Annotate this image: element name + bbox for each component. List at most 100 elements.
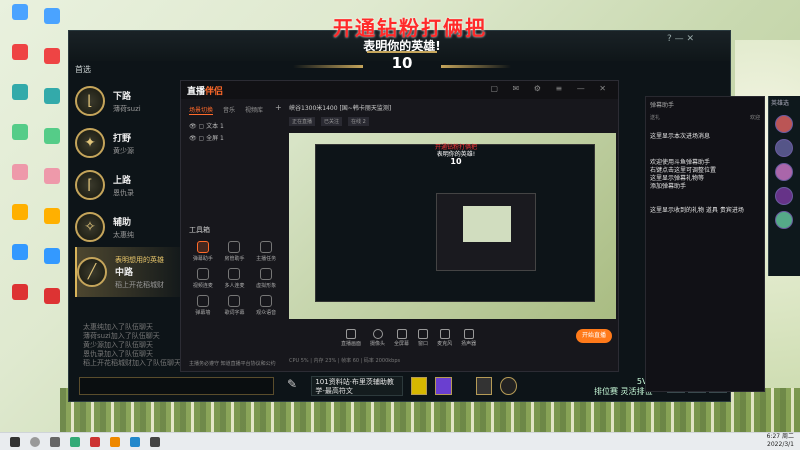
desktop-shortcut[interactable] (2, 204, 38, 238)
source-window[interactable]: 窗口 (418, 329, 428, 347)
desktop-shortcut[interactable] (34, 48, 70, 82)
tool-voice[interactable]: 观众语音 (250, 295, 282, 316)
rune-spell-bar: ✎ 101资料站·布里茨辅助教学-最高符文 (287, 374, 518, 398)
mid-lane-icon: ╱ (77, 257, 107, 287)
tool-admin[interactable]: 房管助手 (219, 241, 251, 262)
pick-hint: 表明想用的英雄 (115, 255, 164, 264)
tab-scenes[interactable]: 场景切换 (189, 105, 214, 115)
title-decoration-right (441, 65, 511, 68)
tool-danmu-wall[interactable]: 弹幕墙 (187, 295, 219, 316)
desktop-shortcut[interactable] (34, 248, 70, 282)
danmu-tab[interactable]: 送礼 (650, 114, 660, 121)
desktop-shortcut[interactable] (2, 124, 38, 158)
desktop-shortcut[interactable] (34, 88, 70, 122)
ward-icon[interactable] (500, 377, 518, 395)
role-name: 上路 (113, 175, 132, 186)
role-slot-mid[interactable]: ╱ 表明想用的英雄 中路 稻上开花稻城财 (75, 247, 193, 297)
queue-size: 5V5 (594, 377, 653, 387)
champion-avatar[interactable] (775, 163, 793, 181)
desktop-shortcut[interactable] (34, 168, 70, 202)
chat-log: 太惠纯加入了队伍聊天 薄荷suzi加入了队伍聊天 黄少源加入了队伍聊天 恩仇录加… (83, 323, 181, 368)
danmu-title: 弹幕助手 (650, 102, 675, 109)
chat-line: 恩仇录加入了队伍聊天 (83, 350, 153, 358)
edit-rune-icon[interactable]: ✎ (287, 377, 303, 395)
stream-companion-window: 直播伴侣 ▢ ✉ ⚙ ≡ — ✕ 场景切换 音乐 视频库 + 👁 ▢ 文本 1 … (180, 80, 619, 372)
ignite-spell-icon[interactable] (435, 377, 452, 395)
stream-preview[interactable]: 开通钻粉打俩把 表明你的英雄! 10 (289, 133, 616, 319)
app-icon (44, 48, 60, 64)
chat-input[interactable] (79, 377, 274, 395)
desktop-shortcut[interactable] (34, 128, 70, 162)
scene-item[interactable]: 👁 ▢ 全屏 1 (189, 133, 224, 142)
search-icon[interactable] (30, 436, 40, 447)
desktop-shortcut[interactable] (2, 164, 38, 198)
app-icon (12, 84, 28, 100)
source-speaker[interactable]: 扬声器 (461, 329, 476, 347)
taskbar: 6:27 周二 2022/3/1 (0, 432, 800, 450)
rune-page-name[interactable]: 101资料站·布里茨辅助教学-最高符文 (311, 376, 403, 396)
app-icon[interactable] (90, 436, 100, 447)
source-camera[interactable]: 摄像头 (370, 329, 385, 347)
champion-avatar[interactable] (775, 211, 793, 229)
champion-avatar[interactable] (775, 115, 793, 133)
role-user: 黄少源 (113, 146, 134, 155)
desktop-shortcut[interactable] (2, 4, 38, 38)
system-clock[interactable]: 6:27 周二 2022/3/1 (767, 433, 794, 449)
app-icon (12, 44, 28, 60)
desktop-shortcut[interactable] (2, 244, 38, 278)
app-icon (12, 164, 28, 180)
role-slot-support[interactable]: ✧ 辅助 太惠纯 (75, 207, 193, 247)
tool-multi-link[interactable]: 多人连麦 (219, 268, 251, 289)
danmu-tab[interactable]: 欢迎 (750, 114, 760, 121)
tab-music[interactable]: 音乐 (223, 105, 235, 115)
tool-video-link[interactable]: 视频连麦 (187, 268, 219, 289)
scene-item[interactable]: 👁 ▢ 文本 1 (189, 121, 224, 130)
flash-spell-icon[interactable] (410, 377, 428, 395)
window-controls[interactable]: ? — ✕ (667, 34, 694, 44)
go-live-button[interactable]: 开始直播 (576, 329, 612, 343)
app-icon[interactable] (150, 436, 160, 447)
tool-avatar[interactable]: 虚拟形象 (250, 268, 282, 289)
task-view-icon[interactable] (50, 436, 60, 447)
app-icon[interactable] (130, 436, 140, 447)
role-slot-top[interactable]: ⌈ 上路 恩仇录 (75, 165, 193, 205)
clock-time: 6:27 周二 (766, 433, 794, 440)
source-fullscreen[interactable]: 全屏幕 (394, 329, 409, 347)
source-bar: 直播画面 摄像头 全屏幕 窗口 麦克风 扬声器 (289, 325, 616, 351)
source-screen[interactable]: 直播画面 (341, 329, 361, 347)
tab-video[interactable]: 视频库 (245, 105, 263, 115)
desktop-shortcut[interactable] (34, 208, 70, 242)
stream-window-controls[interactable]: ▢ ✉ ⚙ ≡ — ✕ (490, 84, 612, 93)
desktop-shortcut[interactable] (2, 84, 38, 118)
add-scene-button[interactable]: + (275, 103, 282, 112)
desktop-shortcut[interactable] (2, 44, 38, 78)
app-icon (12, 4, 28, 20)
panel-title: 英雄选 (771, 100, 790, 107)
chat-line: 黄少源加入了队伍聊天 (83, 341, 153, 349)
role-slot-jungle[interactable]: ✦ 打野 黄少源 (75, 123, 193, 163)
danmu-assistant-window: 弹幕助手 送礼 欢迎 这里显示本次进场消息 欢迎使用斗鱼弹幕助手 右键点击这里可… (645, 96, 765, 392)
tool-label: 观众语音 (256, 310, 277, 316)
room-stat: 已关注 (321, 117, 343, 126)
source-label: 摄像头 (370, 341, 386, 347)
start-icon[interactable] (10, 436, 20, 447)
tool-danmu[interactable]: 弹幕助手 (187, 241, 219, 262)
role-slot-bot[interactable]: ⌊ 下路 薄荷suzi (75, 81, 193, 121)
skin-select-icon[interactable] (475, 377, 493, 395)
app-icon (12, 244, 28, 260)
champion-avatar[interactable] (775, 139, 793, 157)
champion-avatar[interactable] (775, 187, 793, 205)
app-icon[interactable] (110, 436, 120, 447)
source-label: 扬声器 (461, 341, 477, 347)
desktop-shortcut[interactable] (34, 288, 70, 322)
tool-task[interactable]: 主播任务 (250, 241, 282, 262)
desktop-shortcut[interactable] (2, 284, 38, 318)
source-mic[interactable]: 麦克风 (437, 329, 452, 347)
support-icon: ✧ (75, 212, 105, 242)
tool-lyrics[interactable]: 歌词字幕 (219, 295, 251, 316)
app-icon[interactable] (70, 436, 80, 447)
tool-label: 主播任务 (256, 256, 277, 262)
danmu-line: 这里显示弹幕礼物等 (650, 175, 705, 182)
desktop-shortcut[interactable] (34, 8, 70, 42)
app-icon (44, 248, 60, 264)
